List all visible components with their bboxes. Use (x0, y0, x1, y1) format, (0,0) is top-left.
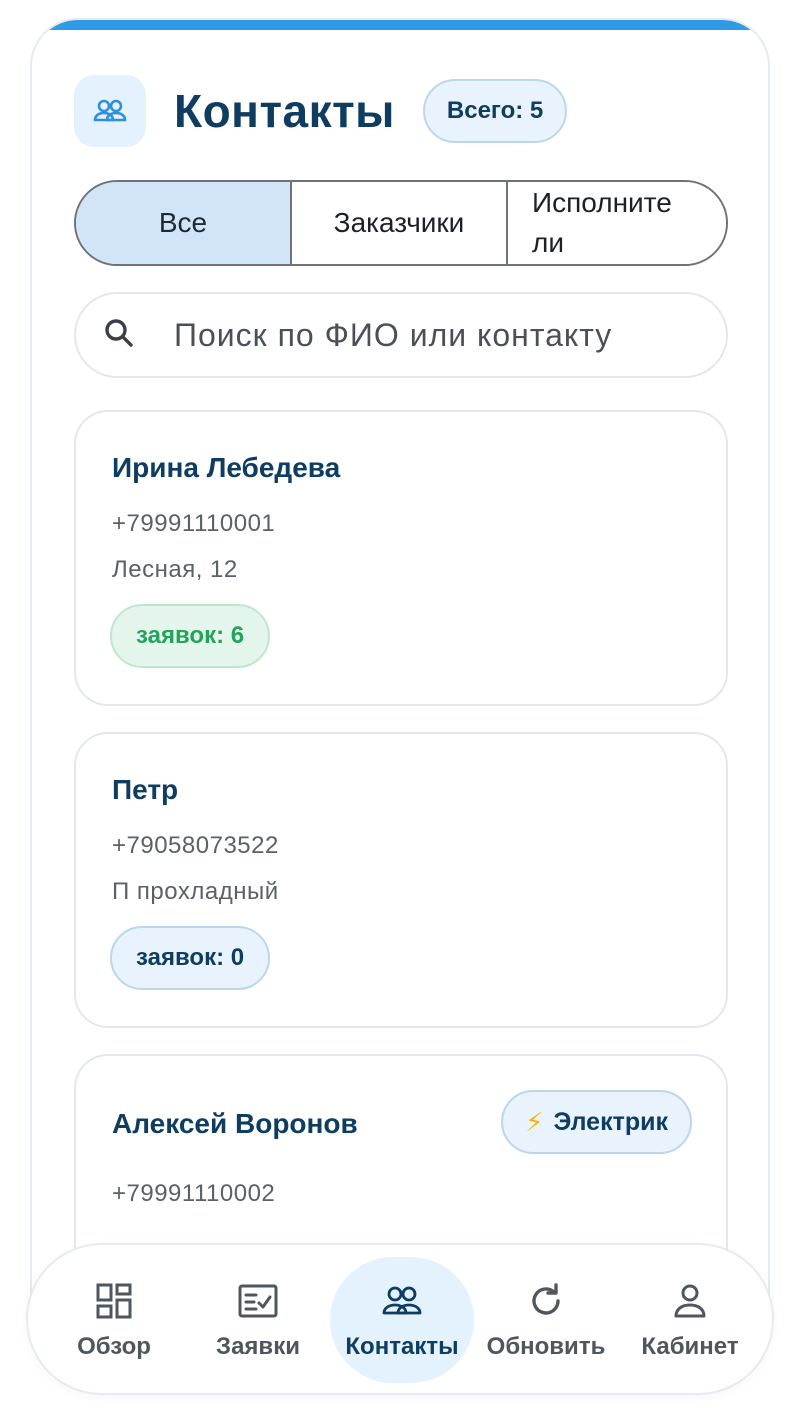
filter-all[interactable]: Все (76, 182, 292, 264)
search-bar (74, 292, 728, 378)
page-header: Контакты Всего: 5 (74, 75, 734, 147)
people-icon (74, 75, 146, 147)
role-badge: ⚡ Электрик (501, 1090, 692, 1154)
search-input[interactable] (174, 316, 694, 354)
nav-item-overview[interactable]: Обзор (42, 1257, 186, 1383)
bottom-navigation: Обзор Заявки Контакты Обновить Кабинет (26, 1243, 774, 1395)
nav-label: Контакты (345, 1333, 459, 1360)
requests-icon (236, 1279, 280, 1323)
people-icon (380, 1279, 424, 1323)
nav-label: Обновить (486, 1333, 606, 1360)
contact-address: П прохладный (112, 878, 279, 905)
contact-name: Ирина Лебедева (112, 452, 341, 483)
contact-card[interactable]: Ирина Лебедева +79991110001 Лесная, 12 з… (74, 410, 728, 706)
total-badge: Всего: 5 (422, 79, 568, 143)
contact-name: Петр (112, 774, 179, 805)
search-icon (102, 316, 136, 355)
user-icon (668, 1279, 712, 1323)
requests-count-badge: заявок: 6 (110, 604, 271, 668)
role-label: Электрик (553, 1107, 668, 1136)
nav-item-refresh[interactable]: Обновить (474, 1257, 618, 1383)
nav-item-contacts[interactable]: Контакты (330, 1257, 474, 1383)
nav-label: Кабинет (641, 1333, 739, 1360)
nav-label: Заявки (216, 1333, 300, 1360)
filter-customers[interactable]: Заказчики (292, 182, 508, 264)
filter-performers[interactable]: Исполните ли (508, 182, 726, 264)
refresh-icon (524, 1279, 568, 1323)
nav-item-requests[interactable]: Заявки (186, 1257, 330, 1383)
contact-address: Лесная, 12 (112, 556, 238, 583)
contact-card[interactable]: Петр +79058073522 П прохладный заявок: 0 (74, 732, 728, 1028)
nav-label: Обзор (77, 1333, 151, 1360)
lightning-icon: ⚡ (525, 1106, 544, 1137)
contact-phone: +79991110002 (112, 1180, 276, 1207)
nav-item-profile[interactable]: Кабинет (618, 1257, 762, 1383)
requests-count-badge: заявок: 0 (110, 926, 271, 990)
accent-bar (32, 20, 768, 30)
contact-name: Алексей Воронов (112, 1108, 358, 1139)
contact-phone: +79991110001 (112, 510, 276, 537)
contact-phone: +79058073522 (112, 832, 279, 859)
page-title: Контакты (174, 85, 395, 137)
filter-segmented-control: Все Заказчики Исполните ли (74, 180, 728, 266)
dashboard-icon (92, 1279, 136, 1323)
contacts-panel: Контакты Всего: 5 Все Заказчики Исполнит… (30, 18, 770, 1308)
